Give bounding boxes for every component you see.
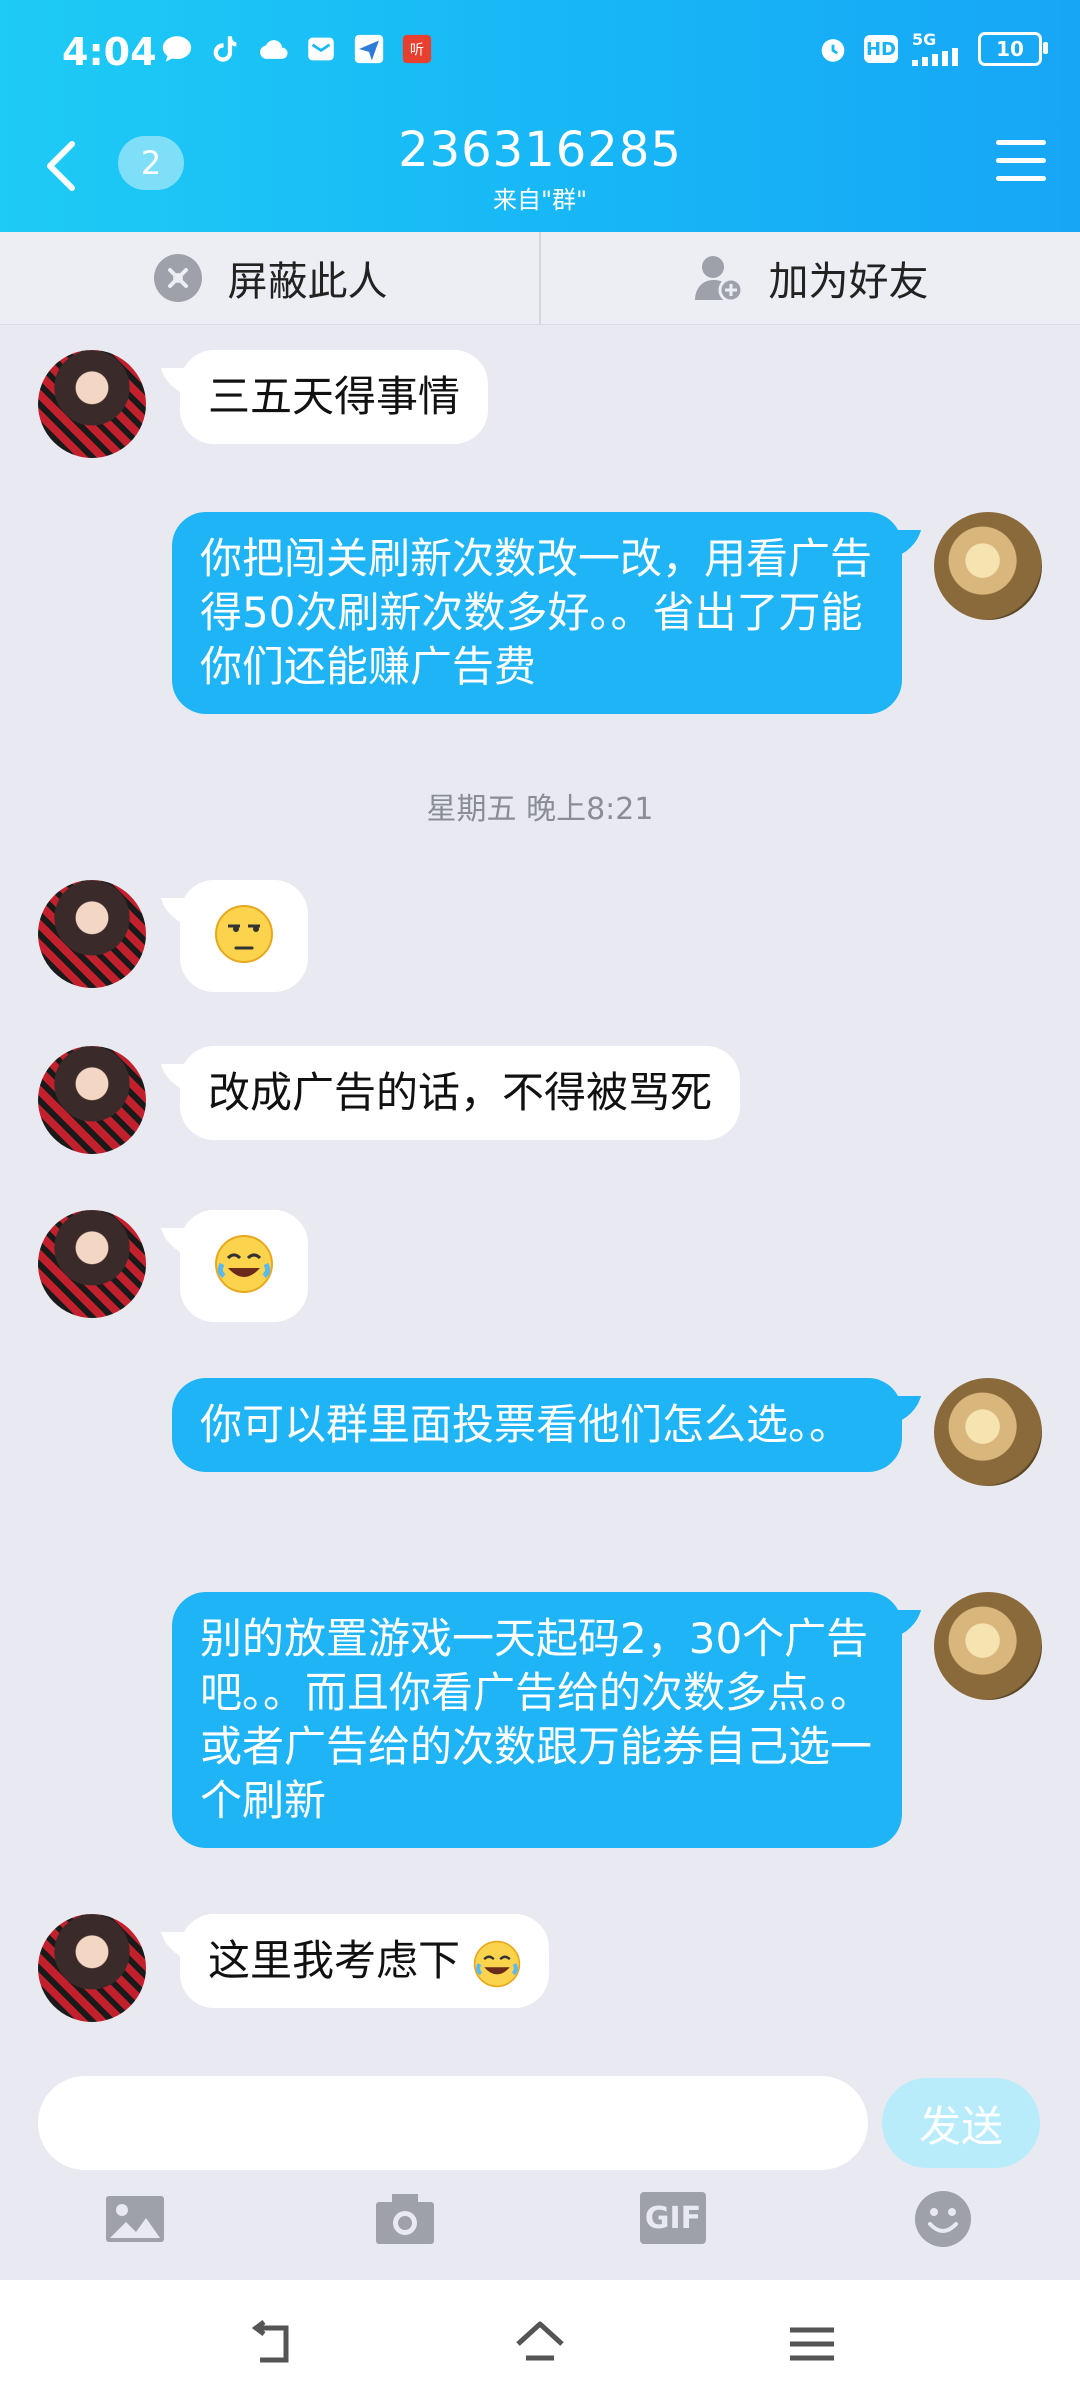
title-block: 236316285 来自"群" (0, 122, 1080, 215)
message-text: 这里我考虑下 (208, 1936, 461, 1985)
block-icon (153, 254, 202, 302)
avatar[interactable] (934, 1378, 1042, 1486)
gif-button[interactable]: GIF (640, 2192, 706, 2244)
message-text: 改成广告的话，不得被骂死 (208, 1068, 713, 1117)
add-friend-button[interactable]: 加为好友 (539, 232, 1080, 324)
notification-icons: 听 (160, 32, 434, 66)
block-user-button[interactable]: 屏蔽此人 (0, 232, 539, 324)
message-bubble[interactable]: 你可以群里面投票看他们怎么选。。 (172, 1378, 902, 1472)
mail-icon (308, 37, 334, 61)
avatar[interactable] (38, 880, 146, 988)
menu-icon[interactable] (996, 140, 1046, 184)
cloud-icon (260, 40, 288, 59)
camera-icon[interactable] (372, 2186, 438, 2252)
image-icon[interactable] (102, 2186, 168, 2252)
message-text: 别的放置游戏一天起码2，30个广告吧。。而且你看广告给的次数多点。。或者广告给的… (200, 1614, 873, 1825)
avatar[interactable] (38, 1210, 146, 1318)
system-icons: HD 5G 10 (816, 32, 1048, 66)
message-bubble[interactable]: 改成广告的话，不得被骂死 (180, 1046, 741, 1140)
avatar[interactable] (38, 350, 146, 458)
message-bubble[interactable]: 这里我考虑下 (180, 1914, 550, 2008)
action-bar: 屏蔽此人 加为好友 (0, 232, 1080, 325)
hd-icon: HD (864, 35, 898, 63)
battery-indicator: 10 (978, 32, 1048, 66)
laughing-tears-emoji-icon (215, 1235, 273, 1293)
message-text: 你把闯关刷新次数改一改，用看广告得50次刷新次数多好。。省出了万能你们还能赚广告… (200, 534, 873, 691)
message-icon (162, 36, 192, 62)
system-nav-bar (0, 2280, 1080, 2404)
avatar[interactable] (38, 1914, 146, 2022)
alarm-icon (821, 39, 845, 62)
tiktok-icon (213, 36, 237, 62)
message-text: 三五天得事情 (208, 372, 461, 421)
add-friend-icon (694, 256, 743, 303)
status-bar: 4:04 听 HD 5G 10 (0, 20, 1080, 80)
chat-title: 236316285 (398, 122, 682, 178)
chat-header: 4:04 听 HD 5G 10 2 236316285 来自"群" (0, 0, 1080, 232)
laughing-tears-emoji-icon (474, 1940, 521, 1987)
recent-apps-icon[interactable] (784, 2316, 840, 2372)
message-timestamp: 星期五 晚上8:21 (426, 792, 654, 827)
signal-icon: 5G (912, 32, 964, 66)
listen-app-icon: 听 (402, 34, 432, 64)
input-toolbar: GIF (0, 2186, 1080, 2266)
message-bubble[interactable]: 你把闯关刷新次数改一改，用看广告得50次刷新次数多好。。省出了万能你们还能赚广告… (172, 512, 902, 714)
back-nav-icon[interactable] (244, 2316, 300, 2372)
message-input[interactable] (38, 2076, 868, 2170)
avatar[interactable] (934, 1592, 1042, 1700)
send-button[interactable]: 发送 (882, 2078, 1040, 2168)
message-bubble[interactable]: 别的放置游戏一天起码2，30个广告吧。。而且你看广告给的次数多点。。或者广告给的… (172, 1592, 902, 1848)
status-time: 4:04 (62, 30, 157, 74)
svg-text:听: 听 (410, 43, 424, 59)
avatar[interactable] (38, 1046, 146, 1154)
emoji-icon[interactable] (910, 2186, 976, 2252)
add-friend-label: 加为好友 (768, 259, 929, 305)
avatar[interactable] (934, 512, 1042, 620)
message-bubble[interactable]: 三五天得事情 (180, 350, 489, 444)
message-bubble[interactable] (180, 1210, 308, 1322)
block-user-label: 屏蔽此人 (227, 259, 388, 305)
send-app-icon (354, 34, 384, 64)
home-nav-icon[interactable] (512, 2316, 568, 2372)
chat-subtitle: 来自"群" (492, 186, 588, 214)
message-bubble[interactable] (180, 880, 308, 992)
message-text: 你可以群里面投票看他们怎么选。。 (200, 1400, 852, 1449)
smirk-emoji-icon (215, 905, 273, 963)
